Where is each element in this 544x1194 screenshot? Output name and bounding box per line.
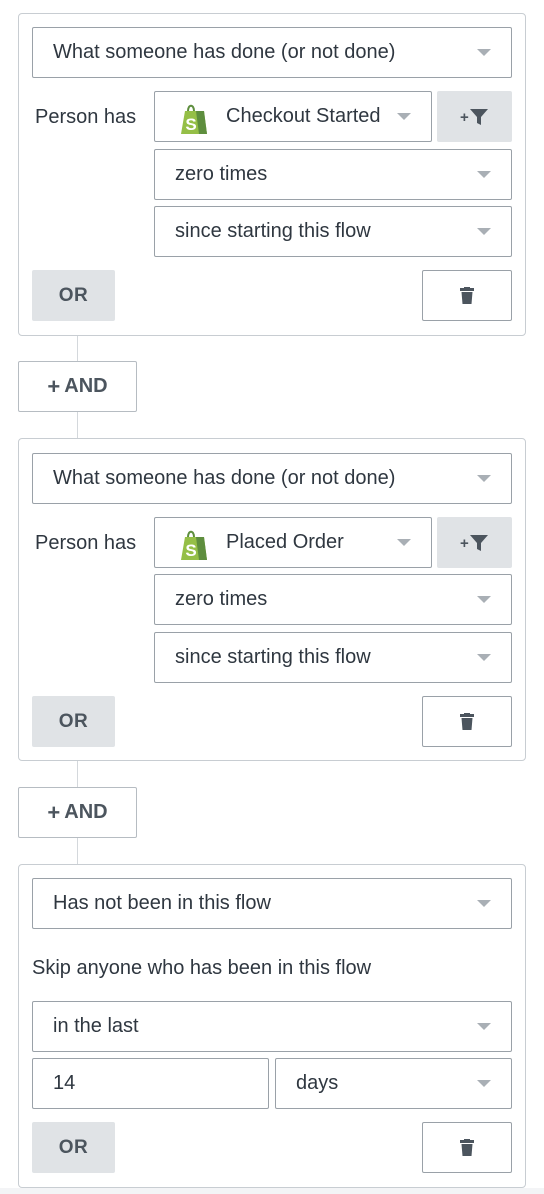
trash-icon <box>460 713 474 730</box>
svg-text:S: S <box>185 115 196 134</box>
metric-select[interactable]: S Checkout Started <box>154 91 432 142</box>
metric-value: Placed Order <box>226 531 344 553</box>
or-button[interactable]: OR <box>32 1122 115 1173</box>
chevron-down-icon <box>477 171 491 178</box>
metric-select[interactable]: S Placed Order <box>154 517 432 568</box>
delete-condition-button[interactable] <box>422 1122 512 1173</box>
condition-card-3: Has not been in this flow Skip anyone wh… <box>18 864 526 1188</box>
connector-line <box>77 336 78 362</box>
metric-value: Checkout Started <box>226 105 381 127</box>
amount-input[interactable]: 14 <box>32 1058 269 1109</box>
or-button[interactable]: OR <box>32 270 115 321</box>
or-button[interactable]: OR <box>32 696 115 747</box>
svg-text:+: + <box>460 109 469 126</box>
condition-card-1: What someone has done (or not done) Pers… <box>18 13 526 336</box>
connector-line <box>77 412 78 439</box>
svg-text:+: + <box>460 535 469 552</box>
unit-select[interactable]: days <box>275 1058 512 1109</box>
add-and-condition-button[interactable]: + AND <box>18 361 137 412</box>
chevron-down-icon <box>397 113 411 120</box>
timeframe-value: since starting this flow <box>175 646 371 668</box>
chevron-down-icon <box>477 228 491 235</box>
chevron-down-icon <box>477 475 491 482</box>
trash-icon <box>460 1139 474 1156</box>
chevron-down-icon <box>477 596 491 603</box>
range-value: in the last <box>53 1015 139 1037</box>
chevron-down-icon <box>477 900 491 907</box>
timeframe-select[interactable]: since starting this flow <box>154 632 512 683</box>
svg-text:S: S <box>185 541 196 560</box>
condition-type-select[interactable]: Has not been in this flow <box>32 878 512 929</box>
plus-icon: + <box>47 373 61 399</box>
frequency-value: zero times <box>175 588 268 610</box>
timeframe-value: since starting this flow <box>175 220 371 242</box>
condition-type-value: Has not been in this flow <box>53 892 271 914</box>
filter-plus-icon: + <box>460 534 488 552</box>
connector-line <box>77 838 78 864</box>
condition-card-2: What someone has done (or not done) Pers… <box>18 438 526 761</box>
frequency-value: zero times <box>175 163 268 185</box>
chevron-down-icon <box>477 1023 491 1030</box>
add-and-condition-button[interactable]: + AND <box>18 787 137 838</box>
and-label: AND <box>64 801 108 823</box>
person-has-label: Person has <box>35 532 137 554</box>
skip-description: Skip anyone who has been in this flow <box>32 957 372 979</box>
person-has-label: Person has <box>35 106 137 128</box>
shopify-bag-icon: S <box>181 530 207 560</box>
connector-line <box>77 761 78 787</box>
add-filter-button[interactable]: + <box>437 517 512 568</box>
delete-condition-button[interactable] <box>422 696 512 747</box>
timeframe-select[interactable]: since starting this flow <box>154 206 512 257</box>
amount-value: 14 <box>53 1072 76 1094</box>
frequency-select[interactable]: zero times <box>154 149 512 200</box>
condition-type-select[interactable]: What someone has done (or not done) <box>32 27 512 78</box>
range-select[interactable]: in the last <box>32 1001 512 1052</box>
condition-type-value: What someone has done (or not done) <box>53 41 396 63</box>
delete-condition-button[interactable] <box>422 270 512 321</box>
condition-type-value: What someone has done (or not done) <box>53 467 396 489</box>
chevron-down-icon <box>477 49 491 56</box>
chevron-down-icon <box>397 539 411 546</box>
chevron-down-icon <box>477 654 491 661</box>
plus-icon: + <box>47 799 61 825</box>
add-filter-button[interactable]: + <box>437 91 512 142</box>
trash-icon <box>460 287 474 304</box>
condition-type-select[interactable]: What someone has done (or not done) <box>32 453 512 504</box>
and-label: AND <box>64 375 108 397</box>
frequency-select[interactable]: zero times <box>154 574 512 625</box>
shopify-bag-icon: S <box>181 104 207 134</box>
unit-value: days <box>296 1072 339 1094</box>
filter-plus-icon: + <box>460 108 488 126</box>
chevron-down-icon <box>477 1080 491 1087</box>
bottom-scroll-area <box>0 1188 544 1194</box>
